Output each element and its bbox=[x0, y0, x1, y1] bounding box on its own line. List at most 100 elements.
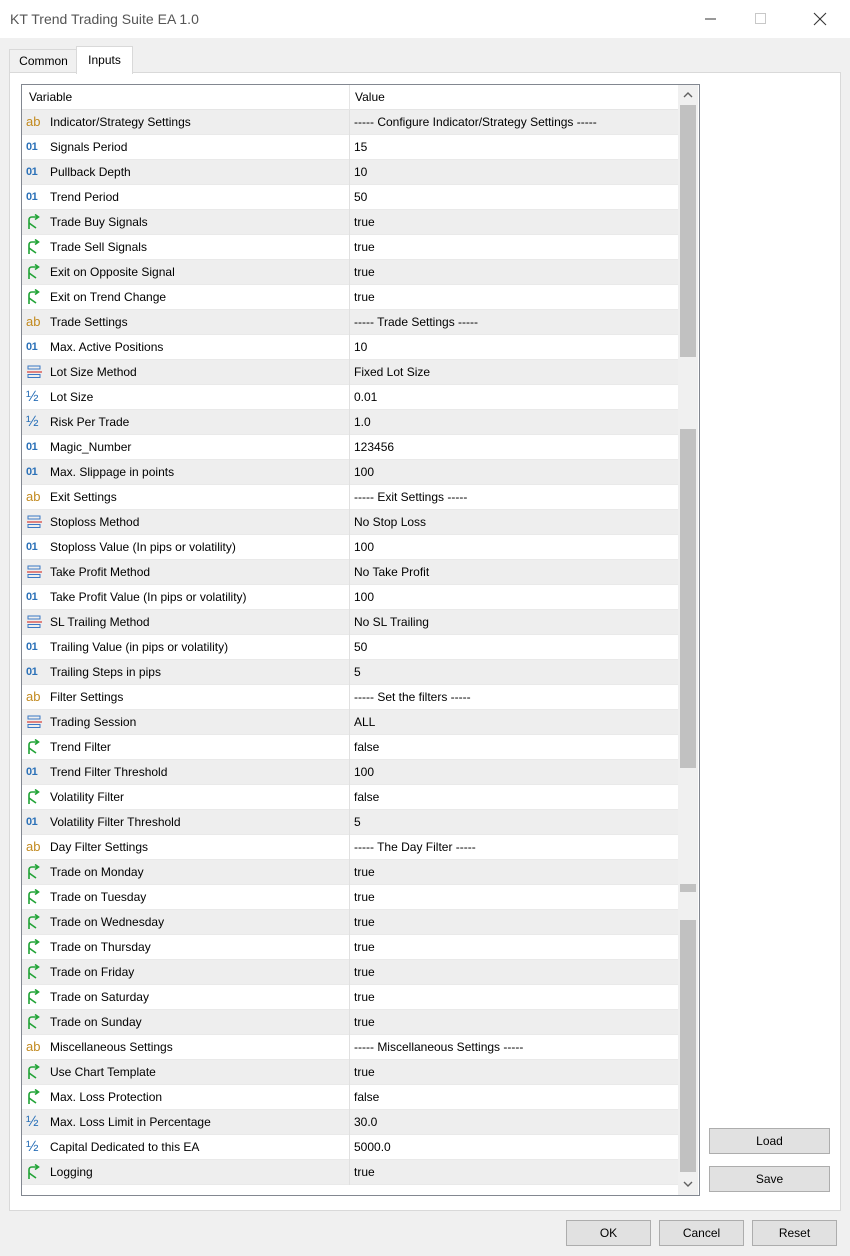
grid-row[interactable]: Trade on Monday true bbox=[22, 860, 678, 885]
variable-value[interactable]: No Take Profit bbox=[354, 560, 429, 585]
grid-row[interactable]: Trading Session ALL bbox=[22, 710, 678, 735]
grid-row[interactable]: Trade on Sunday true bbox=[22, 1010, 678, 1035]
grid-row[interactable]: ab Miscellaneous Settings ----- Miscellane… bbox=[22, 1035, 678, 1060]
grid-row[interactable]: Trade on Saturday true bbox=[22, 985, 678, 1010]
grid-row[interactable]: Use Chart Template true bbox=[22, 1060, 678, 1085]
grid-row[interactable]: Trade on Thursday true bbox=[22, 935, 678, 960]
variable-value[interactable]: ----- Trade Settings ----- bbox=[354, 310, 478, 335]
variable-value[interactable]: true bbox=[354, 260, 375, 285]
scrollbar-thumb-segment[interactable] bbox=[680, 884, 696, 892]
column-divider[interactable] bbox=[349, 85, 350, 109]
grid-row[interactable]: 01 Max. Active Positions 10 bbox=[22, 335, 678, 360]
variable-value[interactable]: true bbox=[354, 235, 375, 260]
variable-value[interactable]: 123456 bbox=[354, 435, 394, 460]
grid-row[interactable]: 01 Trailing Steps in pips 5 bbox=[22, 660, 678, 685]
variable-value[interactable]: true bbox=[354, 935, 375, 960]
variable-value[interactable]: true bbox=[354, 885, 375, 910]
scrollbar-thumb[interactable] bbox=[680, 105, 696, 357]
scroll-up-button[interactable] bbox=[678, 85, 698, 105]
grid-row[interactable]: Trade Sell Signals true bbox=[22, 235, 678, 260]
reset-button[interactable]: Reset bbox=[752, 1220, 837, 1246]
variable-value[interactable]: true bbox=[354, 1160, 375, 1185]
grid-row[interactable]: 01 Magic_Number 123456 bbox=[22, 435, 678, 460]
variable-value[interactable]: No SL Trailing bbox=[354, 610, 429, 635]
grid-row[interactable]: ½ Capital Dedicated to this EA 5000.0 bbox=[22, 1135, 678, 1160]
grid-row[interactable]: SL Trailing Method No SL Trailing bbox=[22, 610, 678, 635]
grid-row[interactable]: 01 Pullback Depth 10 bbox=[22, 160, 678, 185]
grid-row[interactable]: Max. Loss Protection false bbox=[22, 1085, 678, 1110]
grid-row[interactable]: ab Indicator/Strategy Settings ----- Confi… bbox=[22, 110, 678, 135]
variable-value[interactable]: 15 bbox=[354, 135, 367, 160]
vertical-scrollbar[interactable] bbox=[678, 85, 698, 1195]
variable-value[interactable]: ----- Exit Settings ----- bbox=[354, 485, 467, 510]
grid-row[interactable]: Exit on Opposite Signal true bbox=[22, 260, 678, 285]
variable-value[interactable]: 0.01 bbox=[354, 385, 377, 410]
grid-row[interactable]: 01 Trailing Value (in pips or volatility)… bbox=[22, 635, 678, 660]
variable-value[interactable]: ALL bbox=[354, 710, 375, 735]
grid-row[interactable]: Stoploss Method No Stop Loss bbox=[22, 510, 678, 535]
grid-row[interactable]: Logging true bbox=[22, 1160, 678, 1185]
variable-value[interactable]: 50 bbox=[354, 635, 367, 660]
grid-row[interactable]: Trade on Tuesday true bbox=[22, 885, 678, 910]
grid-row[interactable]: 01 Stoploss Value (In pips or volatility)… bbox=[22, 535, 678, 560]
grid-row[interactable]: ab Day Filter Settings ----- The Day Filte… bbox=[22, 835, 678, 860]
grid-row[interactable]: Trend Filter false bbox=[22, 735, 678, 760]
grid-row[interactable]: 01 Take Profit Value (In pips or volatili… bbox=[22, 585, 678, 610]
grid-row[interactable]: ½ Risk Per Trade 1.0 bbox=[22, 410, 678, 435]
variable-value[interactable]: 10 bbox=[354, 160, 367, 185]
variable-value[interactable]: 100 bbox=[354, 760, 374, 785]
minimize-button[interactable] bbox=[688, 0, 734, 38]
grid-row[interactable]: ½ Max. Loss Limit in Percentage 30.0 bbox=[22, 1110, 678, 1135]
grid-row[interactable]: ab Filter Settings ----- Set the filters -… bbox=[22, 685, 678, 710]
tab-inputs[interactable]: Inputs bbox=[76, 46, 133, 74]
variable-value[interactable]: Fixed Lot Size bbox=[354, 360, 430, 385]
variable-value[interactable]: ----- Set the filters ----- bbox=[354, 685, 471, 710]
grid-row[interactable]: Trade on Friday true bbox=[22, 960, 678, 985]
variable-value[interactable]: ----- Configure Indicator/Strategy Setti… bbox=[354, 110, 597, 135]
variable-value[interactable]: true bbox=[354, 860, 375, 885]
grid-row[interactable]: 01 Signals Period 15 bbox=[22, 135, 678, 160]
close-button[interactable] bbox=[797, 0, 843, 38]
variable-value[interactable]: true bbox=[354, 910, 375, 935]
tab-common[interactable]: Common bbox=[9, 49, 78, 72]
grid-row[interactable]: ab Exit Settings ----- Exit Settings ----- bbox=[22, 485, 678, 510]
variable-value[interactable]: 10 bbox=[354, 335, 367, 360]
variable-value[interactable]: 1.0 bbox=[354, 410, 371, 435]
grid-row[interactable]: Trade on Wednesday true bbox=[22, 910, 678, 935]
scrollbar-thumb-segment[interactable] bbox=[680, 920, 696, 1172]
grid-row[interactable]: Volatility Filter false bbox=[22, 785, 678, 810]
grid-row[interactable]: Lot Size Method Fixed Lot Size bbox=[22, 360, 678, 385]
variable-value[interactable]: false bbox=[354, 735, 379, 760]
variable-value[interactable]: No Stop Loss bbox=[354, 510, 426, 535]
variable-value[interactable]: false bbox=[354, 1085, 379, 1110]
grid-row[interactable]: Trade Buy Signals true bbox=[22, 210, 678, 235]
variable-value[interactable]: 50 bbox=[354, 185, 367, 210]
grid-row[interactable]: 01 Trend Period 50 bbox=[22, 185, 678, 210]
scroll-down-button[interactable] bbox=[678, 1174, 698, 1194]
grid-row[interactable]: ab Trade Settings ----- Trade Settings ---… bbox=[22, 310, 678, 335]
cancel-button[interactable]: Cancel bbox=[659, 1220, 744, 1246]
load-button[interactable]: Load bbox=[709, 1128, 830, 1154]
grid-row[interactable]: 01 Volatility Filter Threshold 5 bbox=[22, 810, 678, 835]
grid-row[interactable]: Take Profit Method No Take Profit bbox=[22, 560, 678, 585]
variable-value[interactable]: ----- The Day Filter ----- bbox=[354, 835, 476, 860]
grid-row[interactable]: ½ Lot Size 0.01 bbox=[22, 385, 678, 410]
variable-value[interactable]: false bbox=[354, 785, 379, 810]
column-header-value[interactable]: Value bbox=[355, 85, 385, 109]
variable-value[interactable]: 5 bbox=[354, 810, 361, 835]
variable-value[interactable]: true bbox=[354, 960, 375, 985]
variable-value[interactable]: true bbox=[354, 1010, 375, 1035]
grid-row[interactable]: 01 Max. Slippage in points 100 bbox=[22, 460, 678, 485]
variable-value[interactable]: 100 bbox=[354, 585, 374, 610]
variable-value[interactable]: ----- Miscellaneous Settings ----- bbox=[354, 1035, 523, 1060]
variable-value[interactable]: true bbox=[354, 985, 375, 1010]
variable-value[interactable]: 30.0 bbox=[354, 1110, 377, 1135]
grid-row[interactable]: 01 Trend Filter Threshold 100 bbox=[22, 760, 678, 785]
variable-value[interactable]: 100 bbox=[354, 535, 374, 560]
variable-value[interactable]: true bbox=[354, 1060, 375, 1085]
grid-row[interactable]: Exit on Trend Change true bbox=[22, 285, 678, 310]
variable-value[interactable]: 5000.0 bbox=[354, 1135, 391, 1160]
variable-value[interactable]: true bbox=[354, 285, 375, 310]
column-header-variable[interactable]: Variable bbox=[29, 85, 72, 109]
scrollbar-thumb-segment[interactable] bbox=[680, 429, 696, 768]
